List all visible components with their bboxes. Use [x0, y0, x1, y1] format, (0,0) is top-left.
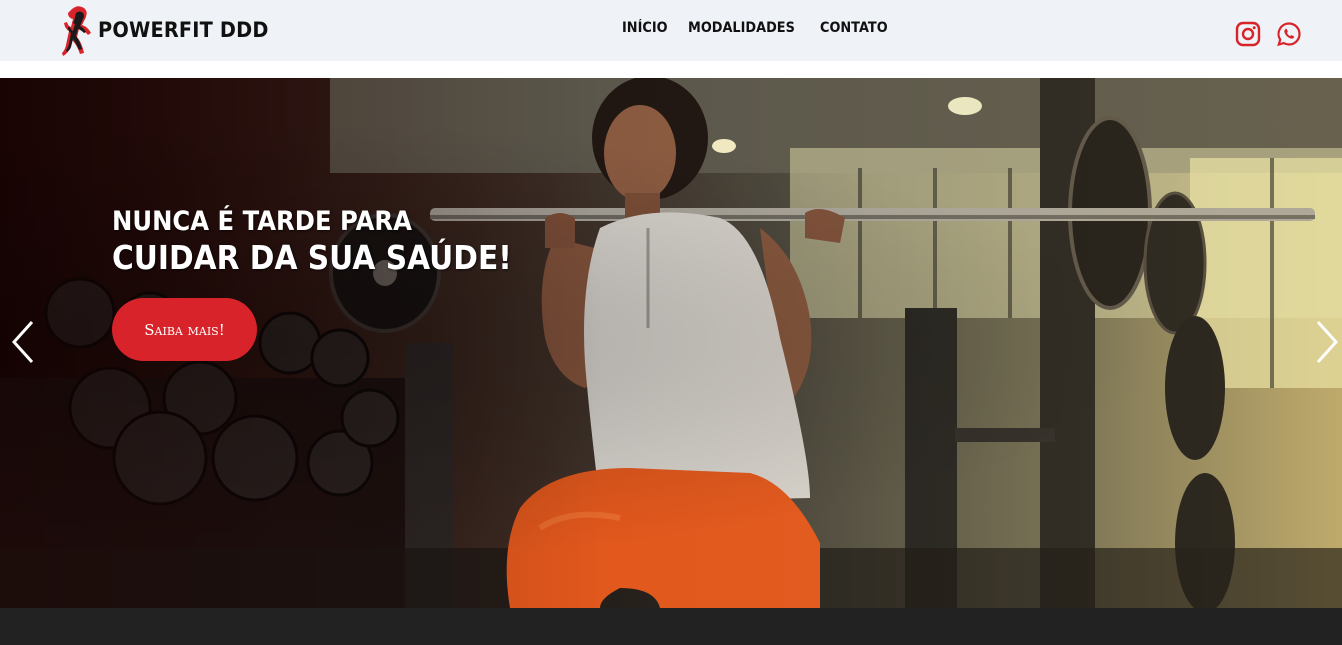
section-divider	[0, 608, 1342, 645]
chevron-left-icon	[11, 320, 34, 364]
saiba-mais-button[interactable]: Saiba mais!	[112, 298, 257, 361]
main-nav: INÍCIO MODALIDADES CONTATO	[622, 20, 909, 36]
hero-carousel: NUNCA É TARDE PARA CUIDAR DA SUA SAÚDE! …	[0, 78, 1342, 608]
hero-title-line2: CUIDAR DA SUA SAÚDE!	[112, 238, 512, 277]
athlete-logo-icon	[62, 6, 91, 57]
hero-title: NUNCA É TARDE PARA CUIDAR DA SUA SAÚDE!	[112, 208, 556, 274]
brand-name: POWERFIT DDD	[98, 18, 269, 42]
nav-link-inicio[interactable]: INÍCIO	[622, 20, 668, 36]
brand-link[interactable]: POWERFIT DDD	[62, 3, 283, 57]
whatsapp-link[interactable]	[1275, 20, 1303, 48]
carousel-prev-button[interactable]	[8, 318, 38, 366]
chevron-right-icon	[1316, 320, 1339, 364]
carousel-next-button[interactable]	[1312, 318, 1342, 366]
nav-link-modalidades[interactable]: MODALIDADES	[688, 20, 795, 36]
instagram-link[interactable]	[1234, 20, 1262, 48]
instagram-icon	[1235, 21, 1261, 47]
nav-link-contato[interactable]: CONTATO	[820, 20, 888, 36]
whatsapp-icon	[1277, 22, 1301, 47]
hero-title-line1: NUNCA É TARDE PARA	[112, 206, 412, 237]
top-navbar: POWERFIT DDD INÍCIO MODALIDADES CONTATO	[0, 0, 1342, 61]
